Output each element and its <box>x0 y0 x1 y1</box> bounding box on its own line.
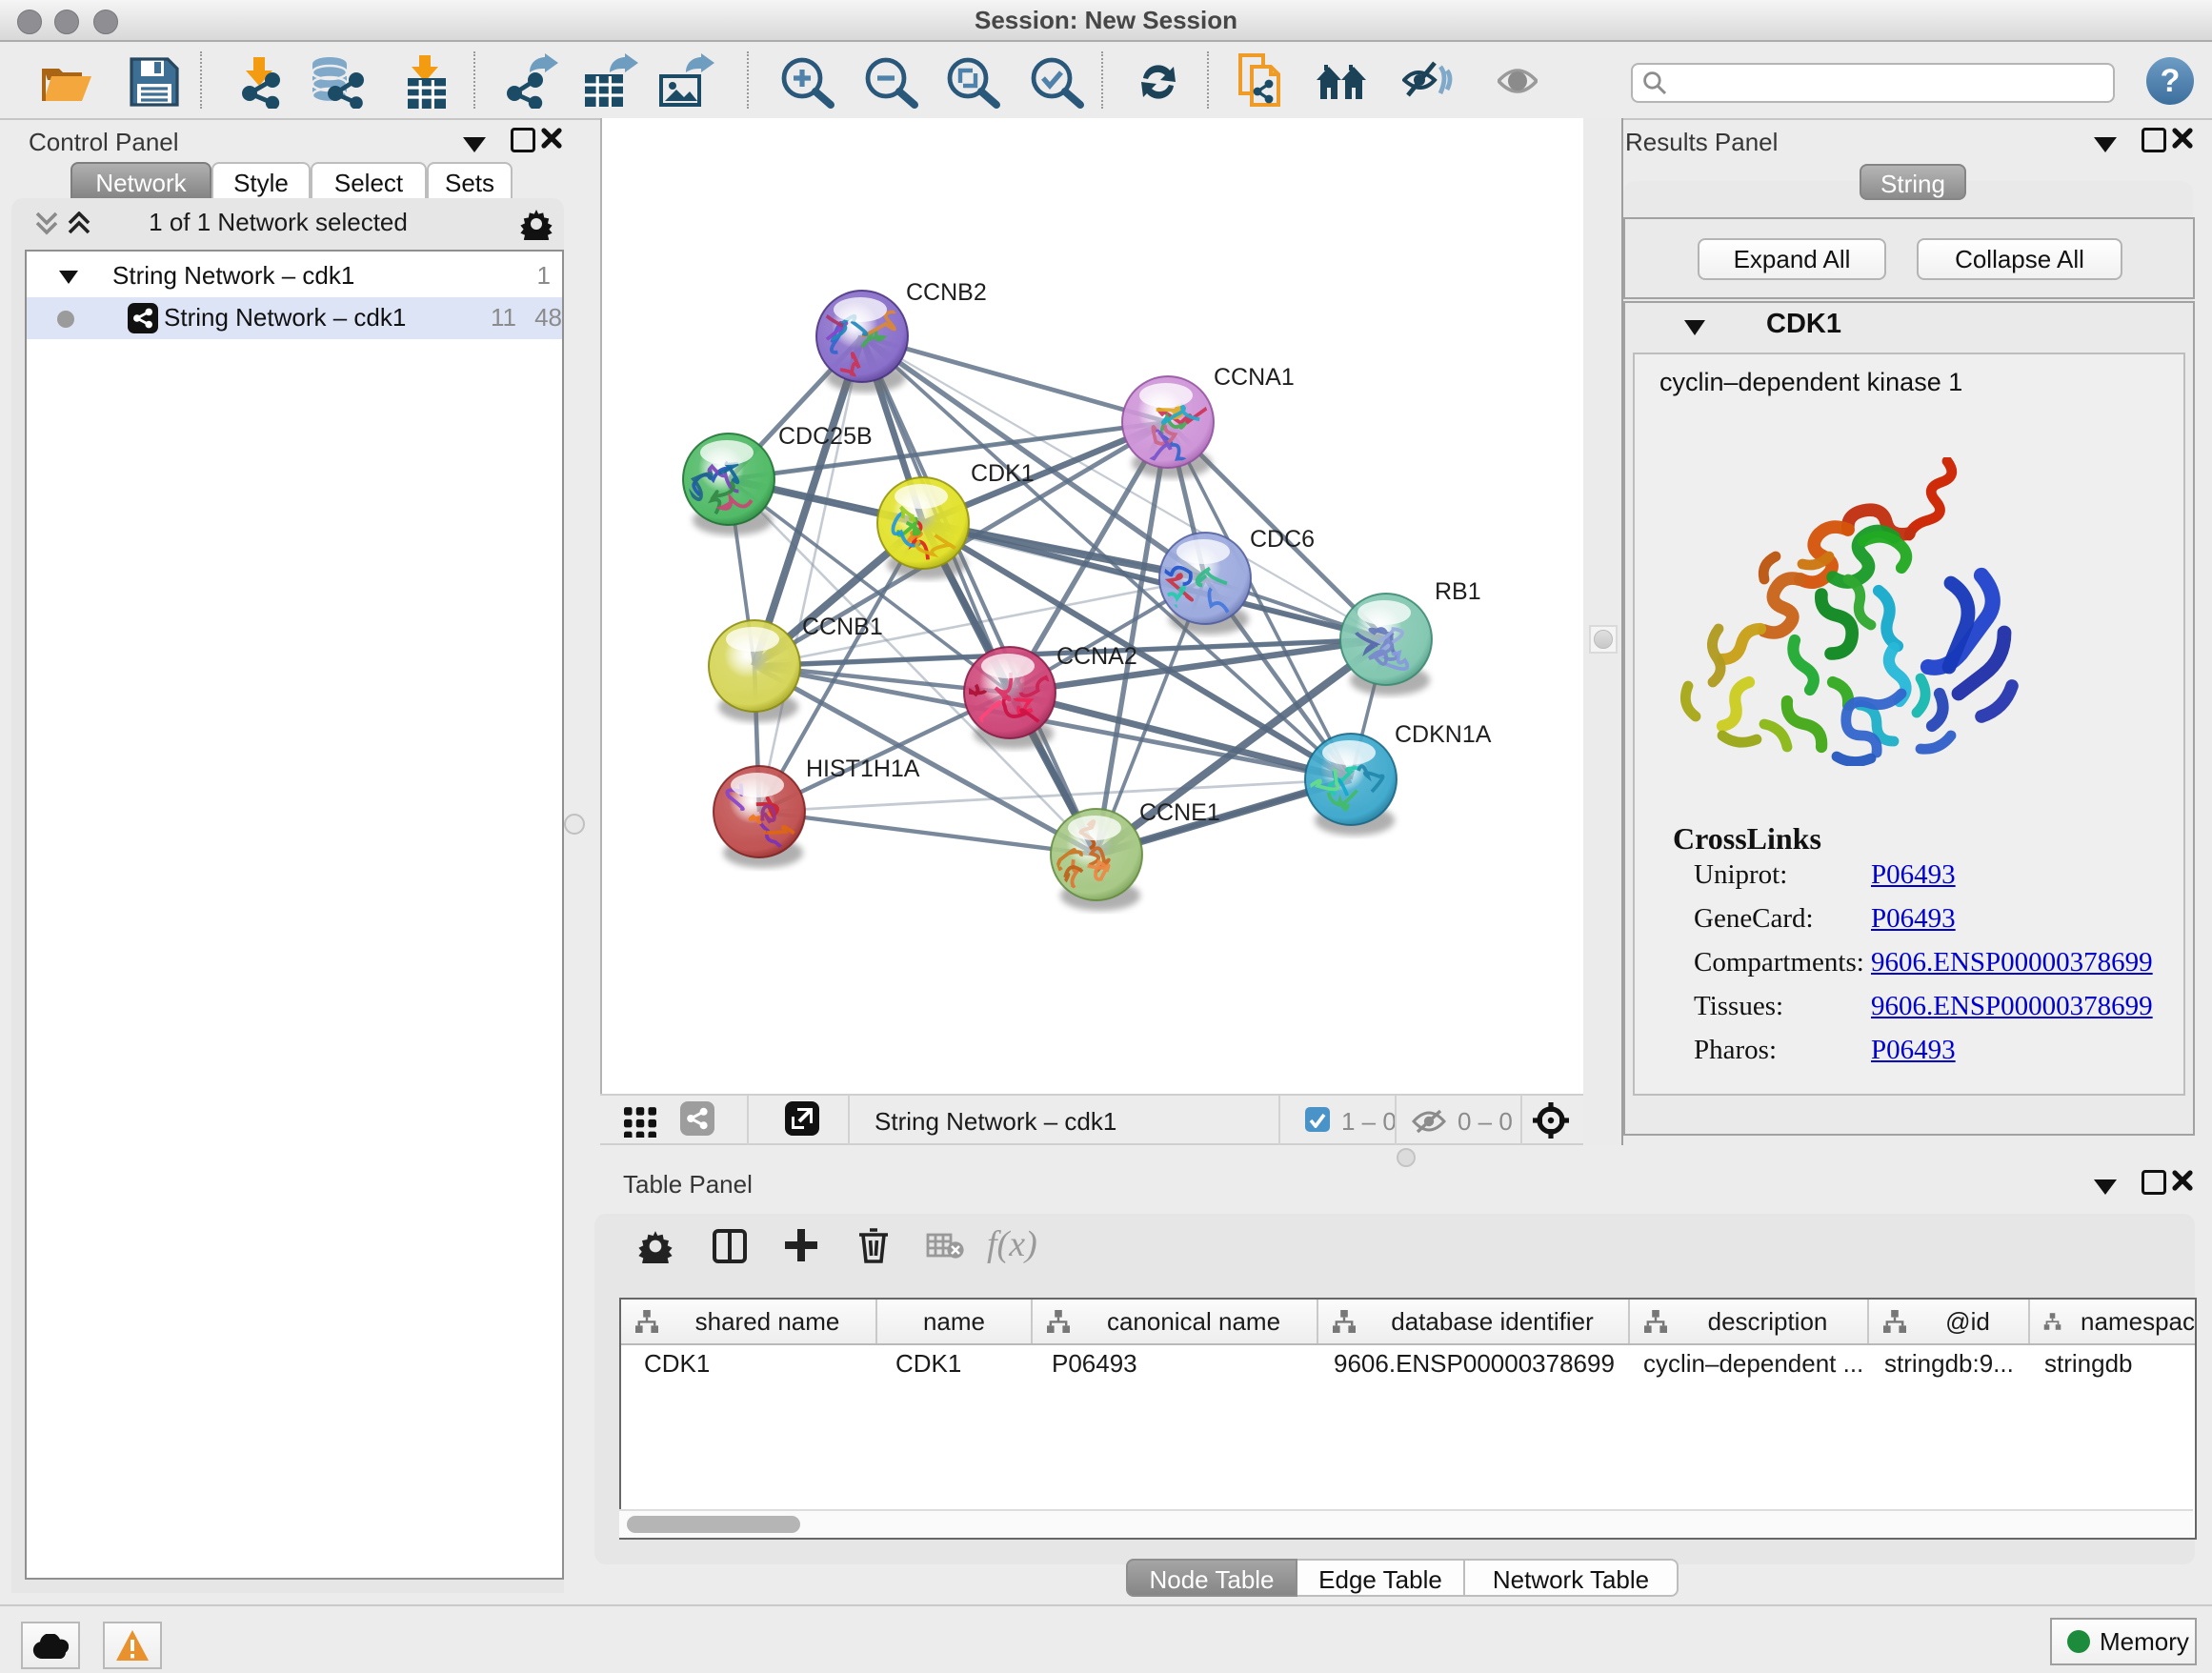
svg-text:CCNA1: CCNA1 <box>1214 364 1295 391</box>
svg-text:CDC25B: CDC25B <box>778 423 873 450</box>
svg-text:CCNE1: CCNE1 <box>1139 799 1220 826</box>
svg-text:CDC6: CDC6 <box>1250 526 1315 553</box>
svg-text:CCNA2: CCNA2 <box>1056 643 1137 670</box>
svg-text:CDK1: CDK1 <box>971 460 1035 487</box>
svg-text:CCNB2: CCNB2 <box>906 279 987 306</box>
svg-text:RB1: RB1 <box>1435 578 1481 605</box>
svg-text:HIST1H1A: HIST1H1A <box>806 756 920 782</box>
svg-text:CCNB1: CCNB1 <box>802 614 883 640</box>
svg-text:CDKN1A: CDKN1A <box>1395 721 1492 748</box>
